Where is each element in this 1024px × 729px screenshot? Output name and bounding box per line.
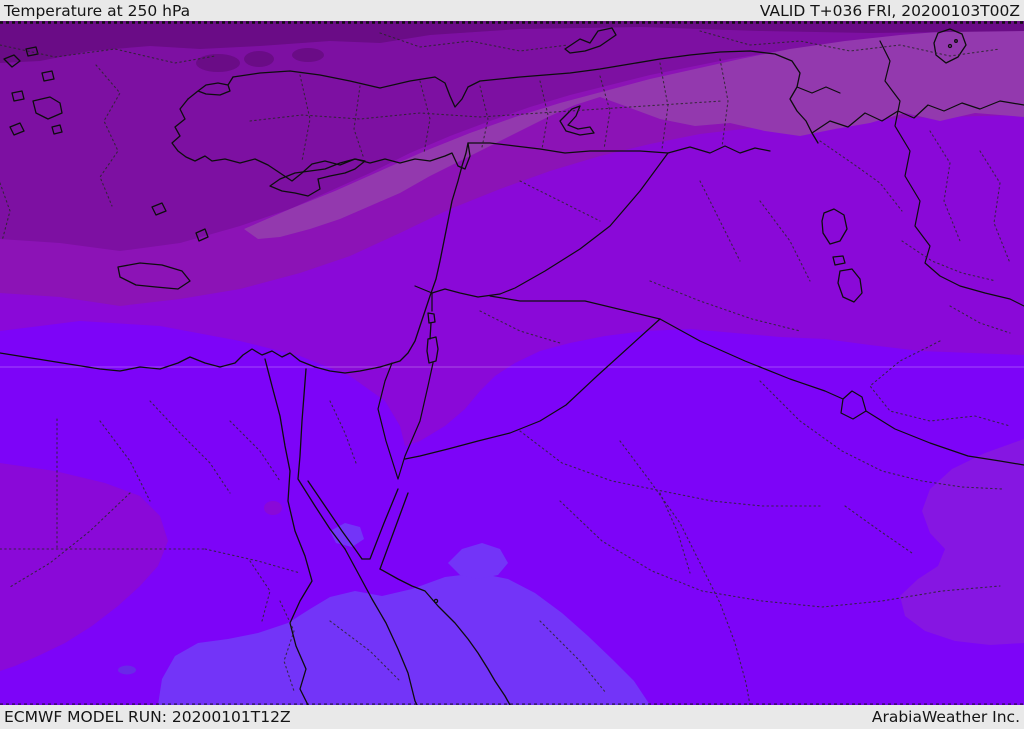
map-header-bar: Temperature at 250 hPa VALID T+036 FRI, … bbox=[0, 0, 1024, 21]
map-area bbox=[0, 21, 1024, 705]
weather-map-window: { "header": { "title": "Temperature at 2… bbox=[0, 0, 1024, 729]
map-footer-bar: ECMWF MODEL RUN: 20200101T12Z ArabiaWeat… bbox=[0, 705, 1024, 729]
temp-spot-violet bbox=[264, 501, 282, 515]
valid-time-label: VALID T+036 FRI, 20200103T00Z bbox=[759, 2, 1020, 20]
model-run-label: ECMWF MODEL RUN: 20200101T12Z bbox=[4, 708, 291, 726]
map-title: Temperature at 250 hPa bbox=[4, 2, 191, 20]
provider-credit: ArabiaWeather Inc. bbox=[871, 708, 1020, 726]
temp-spot-blue bbox=[118, 665, 136, 675]
temperature-map-canvas bbox=[0, 21, 1024, 705]
